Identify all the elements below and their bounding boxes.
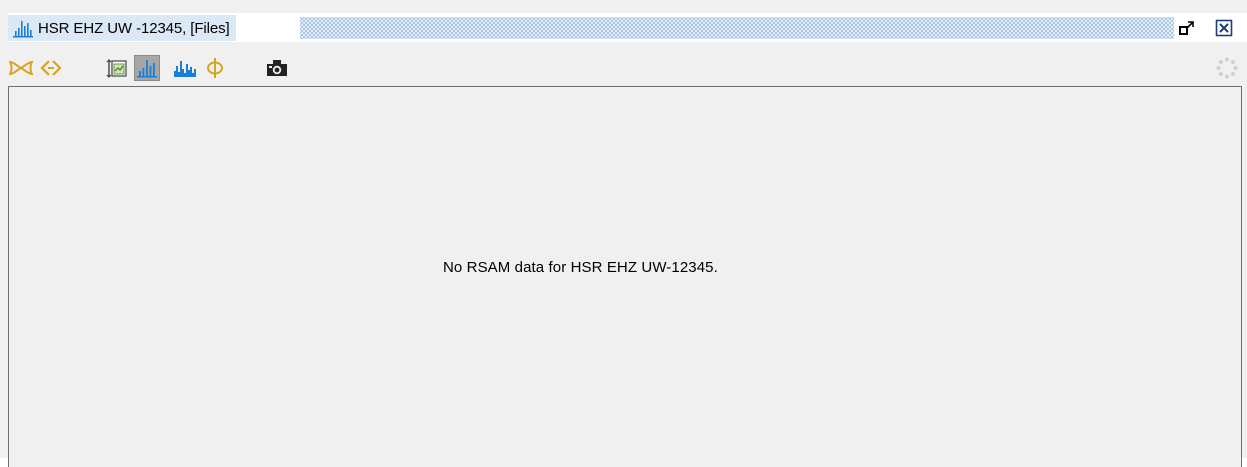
busy-spinner-icon (1216, 57, 1238, 79)
filter-button[interactable] (8, 55, 34, 81)
rsam-chart-icon (13, 21, 33, 38)
capture-button[interactable] (264, 55, 290, 81)
filter-butterfly-icon (9, 60, 33, 76)
rsam-values-icon (137, 60, 157, 78)
phi-icon (207, 58, 223, 78)
settings-button[interactable] (104, 55, 130, 81)
busy-indicator (1214, 55, 1240, 81)
close-window-icon (1215, 19, 1233, 37)
window-titlebar[interactable]: HSR EHZ UW -12345, [Files] (8, 13, 1247, 42)
phi-button[interactable] (202, 55, 228, 81)
scroll-arrows-icon (40, 60, 62, 76)
rsam-counts-button[interactable] (172, 55, 198, 81)
rsam-counts-icon (174, 61, 196, 77)
scroll-button[interactable] (38, 55, 64, 81)
titlebar-drag-area[interactable] (300, 17, 1174, 39)
toolbar (8, 51, 1247, 85)
restore-window-button[interactable] (1176, 17, 1198, 39)
rsam-plot-panel[interactable]: No RSAM data for HSR EHZ UW-12345. (8, 86, 1242, 467)
rsam-window: HSR EHZ UW -12345, [Files] No RSAM data … (0, 0, 1247, 467)
window-title: HSR EHZ UW -12345, [Files] (38, 19, 230, 37)
restore-window-icon (1179, 21, 1194, 35)
close-window-button[interactable] (1213, 17, 1235, 39)
camera-icon (267, 60, 287, 76)
window-title-area: HSR EHZ UW -12345, [Files] (8, 15, 236, 41)
no-data-message: No RSAM data for HSR EHZ UW-12345. (443, 259, 718, 276)
settings-panel-icon (106, 59, 127, 78)
rsam-values-button[interactable] (134, 55, 160, 81)
